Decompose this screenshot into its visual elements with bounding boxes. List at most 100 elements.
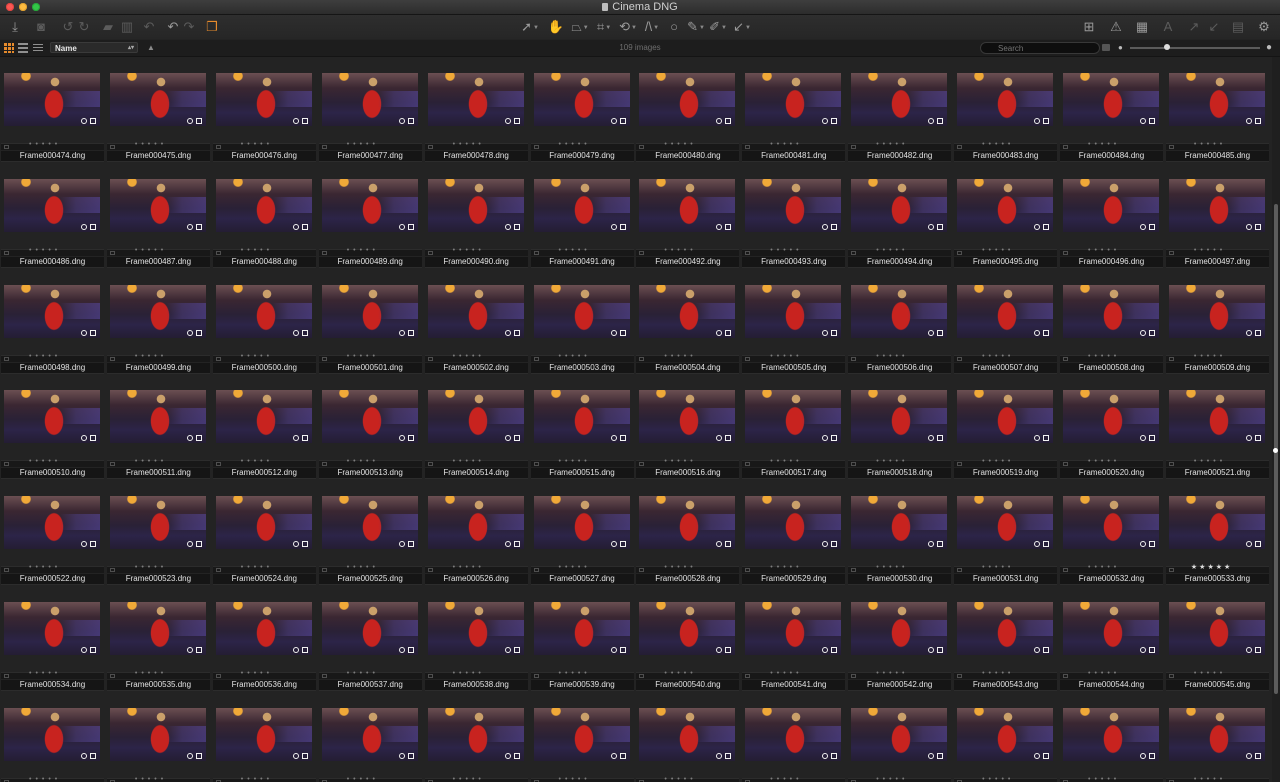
star-rating[interactable]: •••••: [770, 458, 802, 465]
undo-icon[interactable]: ↶: [165, 19, 181, 35]
star-rating[interactable]: •••••: [1088, 670, 1120, 677]
thumbnail-cell[interactable]: ••••• Frame000522.dng: [0, 480, 106, 586]
color-tag-checkbox[interactable]: [1168, 145, 1174, 149]
color-tag-checkbox[interactable]: [533, 145, 539, 149]
star-rating[interactable]: •••••: [453, 564, 485, 571]
thumbnail-cell[interactable]: ••••• Frame000509.dng: [1165, 269, 1271, 375]
color-tag-checkbox[interactable]: [109, 568, 115, 573]
star-rating[interactable]: •••••: [982, 141, 1014, 148]
star-rating[interactable]: •••••: [770, 564, 802, 571]
color-tag-checkbox[interactable]: [109, 145, 115, 149]
star-rating[interactable]: •••••: [135, 458, 167, 465]
thumbnail-cell[interactable]: •••••Frame000550.dng: [424, 692, 530, 782]
thumbnail-cell[interactable]: ••••• Frame000520.dng: [1059, 374, 1165, 480]
star-rating[interactable]: •••••: [1194, 141, 1226, 148]
thumbnail-cell[interactable]: ••••• Frame000488.dng: [212, 163, 318, 269]
thumbnail-cell[interactable]: ••••• Frame000490.dng: [424, 163, 530, 269]
star-rating[interactable]: •••••: [135, 670, 167, 677]
color-tag-checkbox[interactable]: [851, 145, 857, 149]
select-tool-icon[interactable]: ➚▼: [520, 19, 540, 35]
thumbnail-cell[interactable]: ••••• Frame000474.dng: [0, 57, 106, 163]
star-rating[interactable]: •••••: [876, 458, 908, 465]
thumbnail-cell[interactable]: ••••• Frame000497.dng: [1165, 163, 1271, 269]
camera-icon[interactable]: ◙: [33, 19, 49, 35]
color-tag-checkbox[interactable]: [639, 145, 645, 149]
star-rating[interactable]: •••••: [664, 141, 696, 148]
star-rating[interactable]: •••••: [770, 776, 802, 782]
color-tag-checkbox[interactable]: [4, 568, 9, 573]
folder-icon[interactable]: ▰: [100, 19, 116, 35]
thumbnail-cell[interactable]: ••••• Frame000539.dng: [530, 586, 636, 692]
thumbnail-cell[interactable]: ••••• Frame000519.dng: [953, 374, 1059, 480]
color-tag-checkbox[interactable]: [1168, 356, 1174, 361]
thumbnail-cell[interactable]: ••••• Frame000505.dng: [741, 269, 847, 375]
star-rating[interactable]: •••••: [982, 776, 1014, 782]
star-rating[interactable]: •••••: [135, 776, 167, 782]
color-tag-checkbox[interactable]: [321, 462, 327, 467]
star-rating[interactable]: •••••: [453, 141, 485, 148]
star-rating[interactable]: •••••: [241, 141, 273, 148]
thumbnail-cell[interactable]: ••••• Frame000475.dng: [106, 57, 212, 163]
star-rating[interactable]: •••••: [241, 776, 273, 782]
thumbnail-cell[interactable]: ••••• Frame000508.dng: [1059, 269, 1165, 375]
color-tag-checkbox[interactable]: [745, 568, 751, 573]
thumbnail-cell[interactable]: ••••• Frame000496.dng: [1059, 163, 1165, 269]
thumbnail-cell[interactable]: ★★★★★ Frame000533.dng: [1165, 480, 1271, 586]
star-rating[interactable]: •••••: [347, 670, 379, 677]
color-tag-checkbox[interactable]: [533, 250, 539, 255]
star-rating[interactable]: •••••: [876, 776, 908, 782]
trash-icon[interactable]: ▥: [119, 19, 135, 35]
star-rating[interactable]: •••••: [453, 458, 485, 465]
color-tag-checkbox[interactable]: [109, 356, 115, 361]
star-rating[interactable]: •••••: [453, 670, 485, 677]
color-tag-checkbox[interactable]: [957, 356, 963, 361]
thumbnail-cell[interactable]: ••••• Frame000512.dng: [212, 374, 318, 480]
star-rating[interactable]: •••••: [559, 458, 591, 465]
color-tag-checkbox[interactable]: [215, 250, 221, 255]
thumbnail-cell[interactable]: •••••Frame000557.dng: [1165, 692, 1271, 782]
thumbnail-cell[interactable]: ••••• Frame000514.dng: [424, 374, 530, 480]
thumbnail-cell[interactable]: •••••Frame000556.dng: [1059, 692, 1165, 782]
star-rating[interactable]: •••••: [453, 247, 485, 254]
star-rating[interactable]: •••••: [876, 141, 908, 148]
variants-icon[interactable]: ❐: [204, 19, 220, 35]
thumbnail-cell[interactable]: ••••• Frame000541.dng: [741, 586, 847, 692]
thumbnail-cell[interactable]: ••••• Frame000525.dng: [318, 480, 424, 586]
keystone-tool-icon[interactable]: ⏢▼: [570, 19, 590, 35]
thumbnail-cell[interactable]: ••••• Frame000501.dng: [318, 269, 424, 375]
color-tag-checkbox[interactable]: [1063, 462, 1068, 467]
star-rating[interactable]: •••••: [1194, 776, 1226, 782]
thumbnail-cell[interactable]: ••••• Frame000487.dng: [106, 163, 212, 269]
filter-icon[interactable]: [1102, 44, 1110, 51]
color-tag-checkbox[interactable]: [745, 674, 751, 678]
thumbnail-cell[interactable]: •••••Frame000553.dng: [741, 692, 847, 782]
star-rating[interactable]: •••••: [770, 670, 802, 677]
color-tag-checkbox[interactable]: [1063, 674, 1068, 678]
star-rating[interactable]: •••••: [29, 670, 61, 677]
thumbnail-cell[interactable]: ••••• Frame000511.dng: [106, 374, 212, 480]
thumbnail-cell[interactable]: ••••• Frame000485.dng: [1165, 57, 1271, 163]
thumbnail-cell[interactable]: ••••• Frame000504.dng: [635, 269, 741, 375]
star-rating[interactable]: •••••: [559, 247, 591, 254]
star-rating[interactable]: •••••: [29, 141, 61, 148]
color-tag-checkbox[interactable]: [321, 250, 327, 255]
thumbnail-cell[interactable]: •••••Frame000551.dng: [530, 692, 636, 782]
color-tag-checkbox[interactable]: [745, 356, 751, 361]
star-rating[interactable]: •••••: [241, 458, 273, 465]
thumbnail-cell[interactable]: ••••• Frame000540.dng: [635, 586, 741, 692]
thumbnail-cell[interactable]: ••••• Frame000486.dng: [0, 163, 106, 269]
grid-view-icon[interactable]: ⊞: [1081, 19, 1097, 35]
star-rating[interactable]: •••••: [664, 776, 696, 782]
thumbnail-cell[interactable]: ••••• Frame000526.dng: [424, 480, 530, 586]
star-rating[interactable]: •••••: [559, 670, 591, 677]
star-rating[interactable]: •••••: [1194, 670, 1226, 677]
color-tag-checkbox[interactable]: [745, 145, 751, 149]
thumbnail-cell[interactable]: ••••• Frame000491.dng: [530, 163, 636, 269]
thumbnail-cell[interactable]: ••••• Frame000477.dng: [318, 57, 424, 163]
star-rating[interactable]: •••••: [241, 670, 273, 677]
mesh-grid-icon[interactable]: ▦: [1134, 19, 1150, 35]
color-tag-checkbox[interactable]: [851, 674, 857, 678]
star-rating[interactable]: •••••: [559, 353, 591, 360]
print-icon[interactable]: ▤: [1230, 19, 1246, 35]
search-input[interactable]: [980, 42, 1100, 54]
